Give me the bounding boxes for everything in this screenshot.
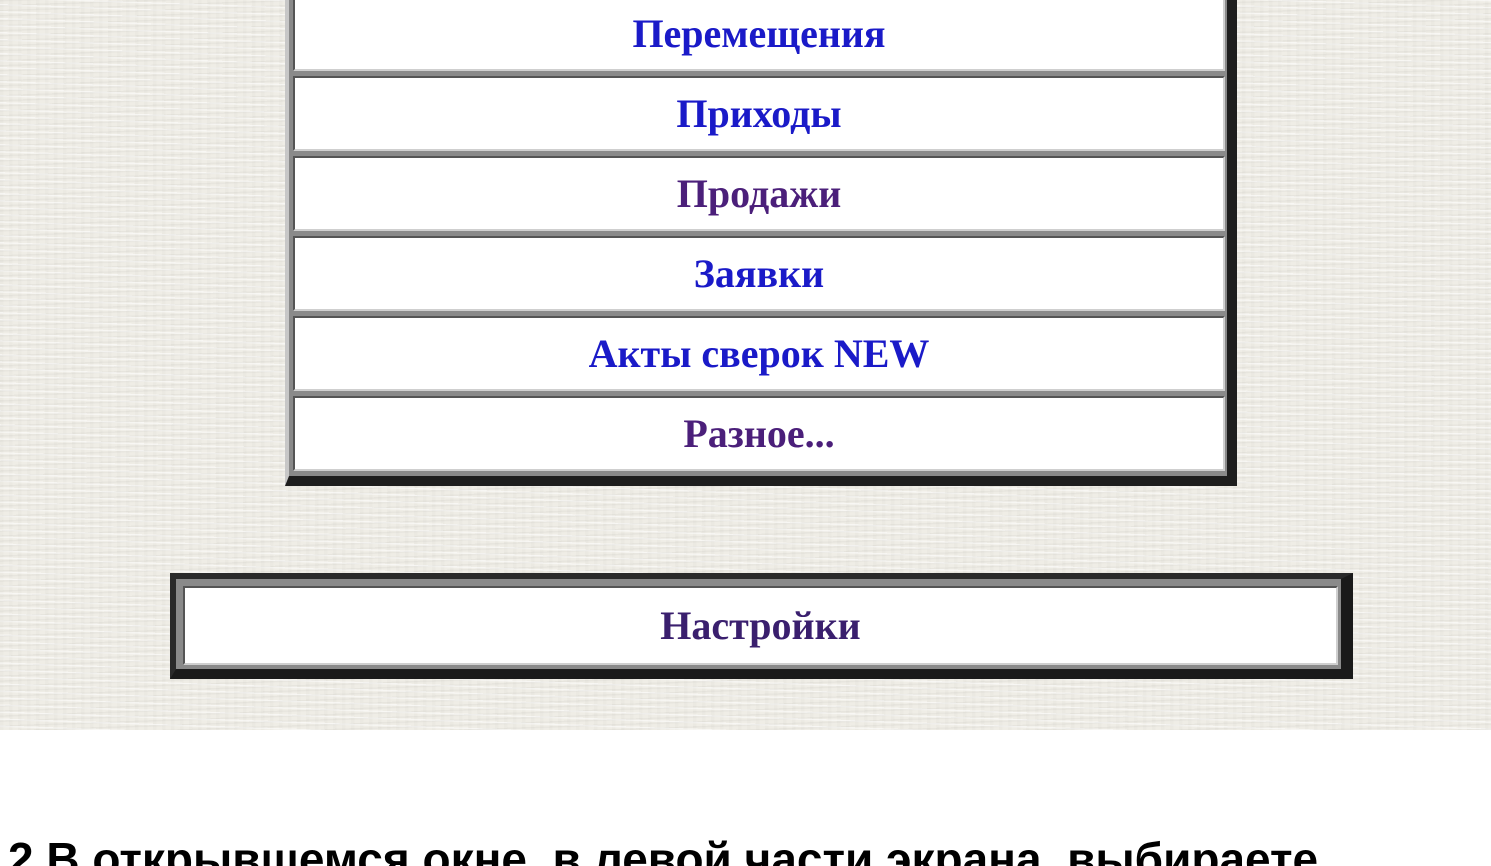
menu-item-peremeshcheniya[interactable]: Перемещения bbox=[293, 0, 1225, 71]
settings-button-frame: Настройки bbox=[170, 573, 1353, 679]
menu-item-label: Приходы bbox=[676, 90, 842, 136]
textured-screen-background: Перемещения Приходы Продажи Заявки Акты … bbox=[0, 0, 1491, 730]
menu-item-label: Продажи bbox=[676, 170, 842, 216]
menu-item-zayavki[interactable]: Заявки bbox=[293, 236, 1225, 311]
menu-item-prikhody[interactable]: Приходы bbox=[293, 76, 1225, 151]
menu-item-label: Заявки bbox=[693, 250, 825, 296]
menu-item-akty-sverok[interactable]: Акты сверок NEW bbox=[293, 316, 1225, 391]
menu-item-label: Акты сверок NEW bbox=[588, 330, 930, 376]
menu-item-prodazhi[interactable]: Продажи bbox=[293, 156, 1225, 231]
main-menu-table: Перемещения Приходы Продажи Заявки Акты … bbox=[285, 0, 1237, 486]
instruction-caption: 2 В открывшемся окне, в левой части экра… bbox=[8, 833, 1319, 866]
menu-item-raznoe[interactable]: Разное... bbox=[293, 396, 1225, 471]
menu-item-label: Разное... bbox=[683, 410, 835, 456]
settings-button-label: Настройки bbox=[660, 602, 861, 648]
settings-button[interactable]: Настройки bbox=[183, 586, 1338, 665]
menu-item-label: Перемещения bbox=[632, 10, 886, 56]
